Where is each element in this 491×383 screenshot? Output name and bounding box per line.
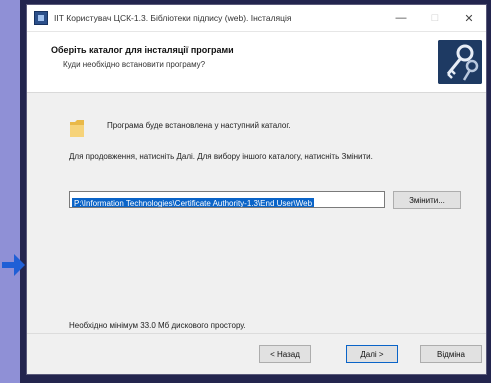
page-subtitle: Куди необхідно встановити програму? bbox=[63, 60, 206, 69]
minimize-button[interactable]: — bbox=[384, 5, 418, 31]
wizard-footer: < Назад Далі > Відміна bbox=[27, 333, 486, 374]
keys-icon bbox=[438, 40, 482, 84]
pointer-arrow-icon bbox=[2, 254, 25, 276]
next-button[interactable]: Далі > bbox=[346, 345, 398, 363]
browse-button[interactable]: Змінити... bbox=[393, 191, 461, 209]
window-title: ІІТ Користувач ЦСК-1.3. Бібліотеки підпи… bbox=[54, 13, 292, 23]
installer-window: ІІТ Користувач ЦСК-1.3. Бібліотеки підпи… bbox=[26, 4, 487, 375]
wizard-content: Програма буде встановлена у наступний ка… bbox=[27, 93, 486, 330]
instruction-text: Для продовження, натисніть Далі. Для виб… bbox=[69, 152, 373, 161]
window-controls: — □ ✕ bbox=[384, 5, 486, 31]
page-title: Оберіть каталог для інсталяції програми bbox=[51, 45, 234, 55]
install-location-info: Програма буде встановлена у наступний ка… bbox=[107, 121, 291, 130]
app-icon bbox=[34, 11, 48, 25]
title-bar[interactable]: ІІТ Користувач ЦСК-1.3. Бібліотеки підпи… bbox=[27, 5, 486, 32]
install-path-value: P:\Information Technologies\Certificate … bbox=[72, 198, 315, 208]
disk-space-requirement: Необхідно мінімум 33.0 Мб дискового прос… bbox=[69, 321, 246, 330]
maximize-button: □ bbox=[431, 12, 439, 24]
back-button[interactable]: < Назад bbox=[259, 345, 311, 363]
folder-icon bbox=[70, 120, 84, 137]
install-path-field[interactable]: P:\Information Technologies\Certificate … bbox=[69, 191, 385, 208]
close-button[interactable]: ✕ bbox=[452, 5, 486, 31]
wizard-header: Оберіть каталог для інсталяції програми … bbox=[27, 32, 486, 93]
cancel-button[interactable]: Відміна bbox=[420, 345, 482, 363]
